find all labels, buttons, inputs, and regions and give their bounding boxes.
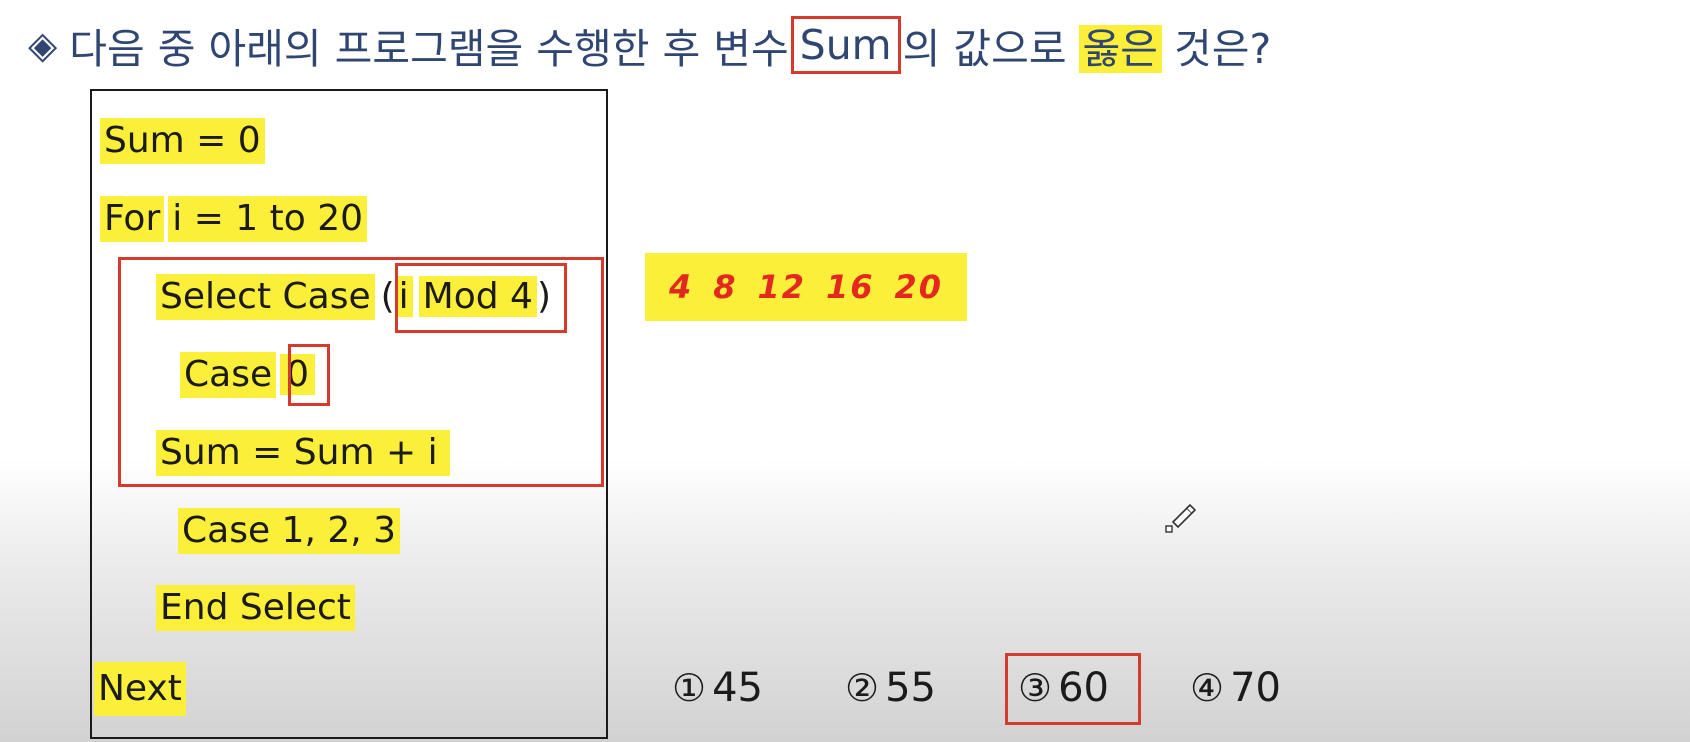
choice-number: ② (845, 666, 880, 710)
code-line-8: Next (94, 662, 186, 716)
code-for-keyword: For (100, 196, 165, 242)
note-value: 16 (826, 268, 875, 306)
choice-value: 70 (1230, 665, 1281, 711)
choice-number: ④ (1190, 666, 1225, 710)
code-end-select: End Select (156, 585, 355, 631)
code-line-6: Case 1, 2, 3 (178, 508, 401, 554)
question-title: ◈ 다음 중 아래의 프로그램을 수행한 후 변수 Sum 의 값으로 옳은 것… (28, 14, 1271, 76)
choice-4[interactable]: ④ 70 (1190, 662, 1281, 714)
handwritten-multiples-note: 4 8 12 16 20 (645, 253, 967, 321)
pencil-cursor-icon (1165, 503, 1197, 533)
question-text-after: 것은? (1174, 25, 1272, 73)
code-select-case: Select Case (156, 274, 375, 320)
highlight-correct-word: 옳은 (1078, 25, 1162, 73)
variable-sum-boxed: Sum (790, 16, 901, 74)
choice-2[interactable]: ② 55 (845, 662, 936, 714)
code-sum-init: Sum = 0 (100, 118, 265, 164)
question-text-middle: 의 값으로 (902, 25, 1067, 73)
code-line-2: For i = 1 to 20 (100, 196, 368, 242)
code-line-7: End Select (156, 585, 355, 631)
code-case-keyword: Case (180, 352, 277, 398)
diamond-bullet-icon: ◈ (28, 23, 58, 67)
case-zero-red-box (288, 344, 330, 406)
correct-answer-red-box (1005, 653, 1141, 725)
code-case-others: Case 1, 2, 3 (178, 508, 401, 554)
code-for-range: i = 1 to 20 (168, 196, 368, 242)
choice-number: ① (672, 666, 707, 710)
choice-value: 45 (712, 665, 763, 711)
note-value: 4 (668, 268, 694, 306)
choice-1[interactable]: ① 45 (672, 662, 763, 714)
note-value: 12 (757, 268, 806, 306)
mod-expression-red-box (395, 263, 567, 333)
code-sum-accumulate: Sum = Sum + i (156, 430, 450, 476)
code-paren-open: ( (380, 276, 395, 317)
note-value: 20 (894, 268, 944, 306)
code-next: Next (94, 662, 186, 716)
code-line-1: Sum = 0 (100, 118, 265, 164)
code-line-5: Sum = Sum + i (156, 430, 450, 476)
question-text-before: 다음 중 아래의 프로그램을 수행한 후 변수 (69, 25, 789, 73)
note-value: 8 (713, 268, 738, 306)
choice-value: 55 (885, 665, 936, 711)
